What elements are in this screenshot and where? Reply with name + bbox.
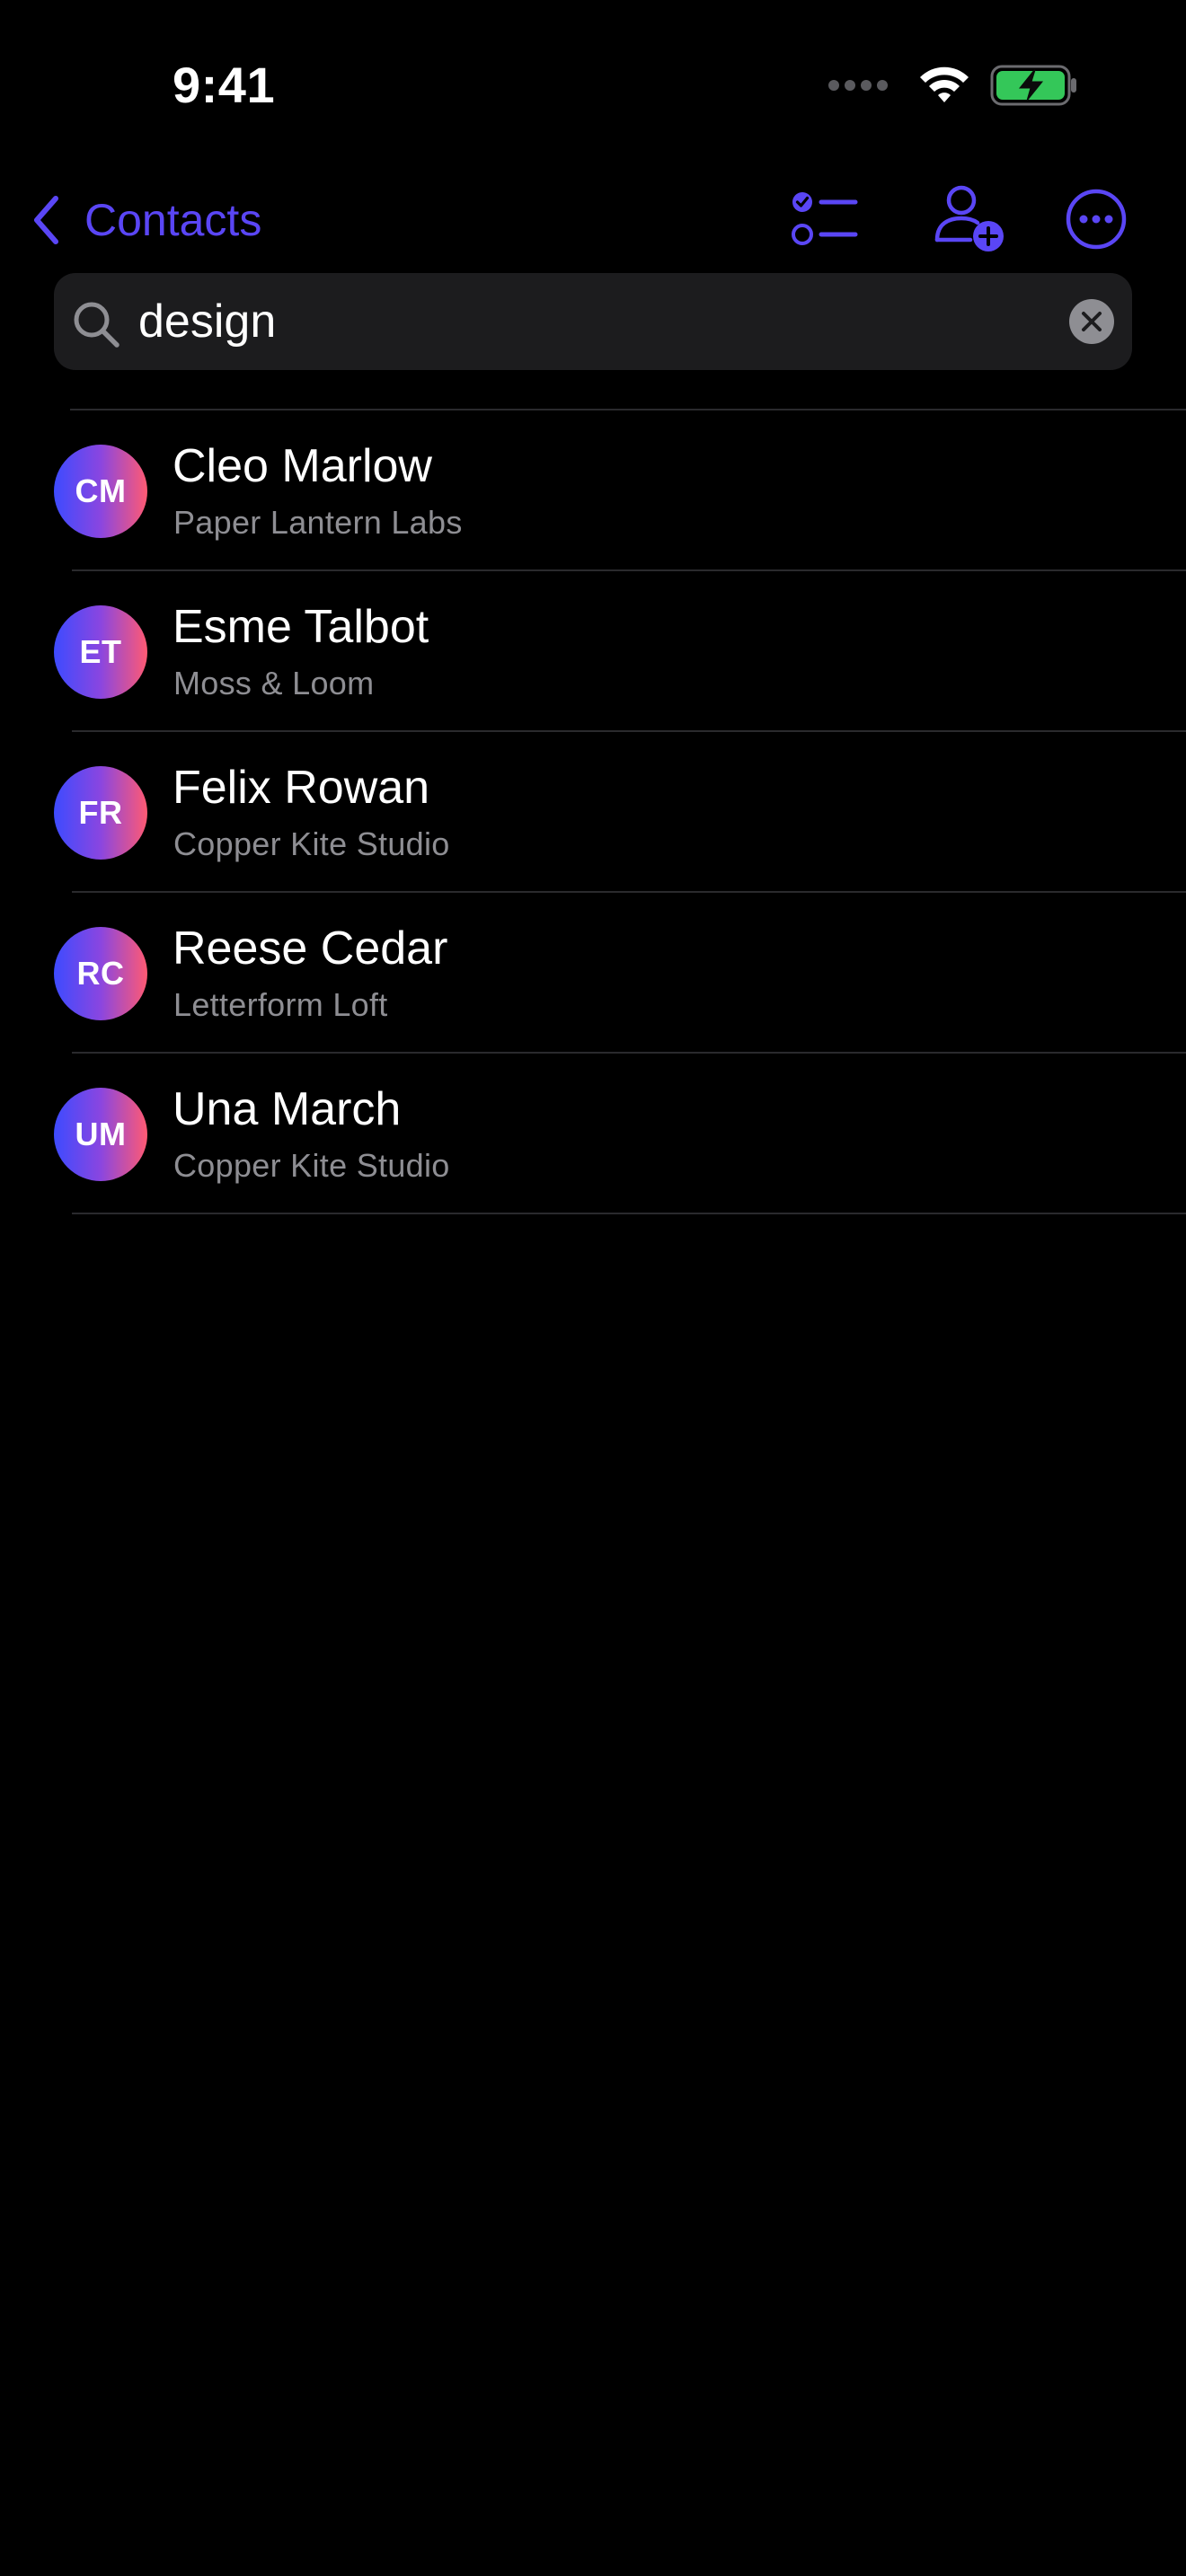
contact-name: Esme Talbot	[173, 601, 429, 653]
contact-company: Copper Kite Studio	[173, 825, 450, 862]
contact-row[interactable]: FR Felix Rowan Copper Kite Studio	[54, 732, 1186, 893]
add-contact-button[interactable]	[927, 176, 1013, 262]
contact-row[interactable]: ET Esme Talbot Moss & Loom	[54, 571, 1186, 732]
add-person-icon	[934, 185, 1004, 251]
back-label: Contacts	[84, 195, 262, 245]
contact-row[interactable]: UM Una March Copper Kite Studio	[54, 1054, 1186, 1214]
contact-company: Paper Lantern Labs	[173, 504, 463, 541]
checklist-icon	[792, 192, 858, 245]
status-icons	[828, 65, 1078, 106]
wifi-icon	[920, 66, 969, 102]
contact-row[interactable]: CM Cleo Marlow Paper Lantern Labs	[54, 410, 1186, 571]
cellular-signal-icon	[828, 80, 888, 91]
chevron-left-icon	[34, 196, 58, 244]
more-button[interactable]	[1053, 176, 1139, 262]
avatar: UM	[54, 1088, 147, 1181]
contact-company: Moss & Loom	[173, 665, 375, 701]
close-icon	[1082, 312, 1102, 331]
contact-name: Cleo Marlow	[173, 440, 432, 492]
search-icon	[74, 302, 119, 348]
avatar: CM	[54, 445, 147, 538]
search-bar	[54, 273, 1132, 370]
contact-company: Copper Kite Studio	[173, 1147, 450, 1184]
select-button[interactable]	[782, 176, 868, 262]
back-button[interactable]: Contacts	[32, 181, 261, 259]
clear-search-button[interactable]	[1069, 299, 1114, 344]
contact-name: Una March	[173, 1083, 402, 1135]
battery-charging-icon	[990, 65, 1076, 106]
avatar: FR	[54, 766, 147, 860]
contact-name: Reese Cedar	[173, 922, 448, 975]
contact-company: Letterform Loft	[173, 986, 388, 1023]
status-bar: 9:41	[0, 0, 1186, 171]
contact-list: CM Cleo Marlow Paper Lantern Labs ET Esm…	[0, 409, 1186, 1214]
more-icon	[1066, 189, 1127, 250]
contact-name: Felix Rowan	[173, 762, 430, 814]
avatar: RC	[54, 927, 147, 1020]
status-time: 9:41	[173, 57, 276, 113]
avatar: ET	[54, 605, 147, 699]
navigation-bar: Contacts	[0, 171, 1186, 269]
contact-row[interactable]: RC Reese Cedar Letterform Loft	[54, 893, 1186, 1054]
search-input[interactable]	[138, 291, 1037, 352]
